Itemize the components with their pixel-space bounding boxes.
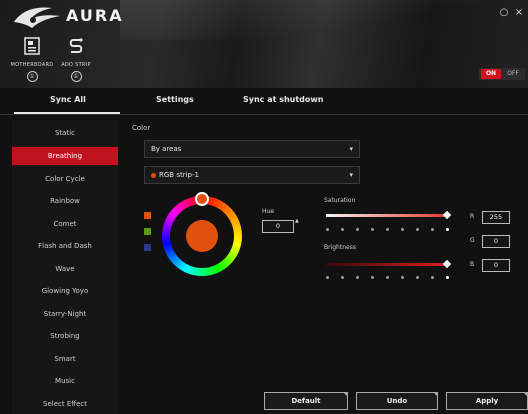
swatch-blue[interactable] xyxy=(144,244,151,251)
strip-select-content: RGB strip-1 xyxy=(151,167,199,183)
color-section-label: Color xyxy=(132,124,151,132)
saturation-slider[interactable] xyxy=(326,214,450,217)
effect-breathing[interactable]: Breathing xyxy=(12,147,118,165)
effect-wave[interactable]: Wave xyxy=(12,260,118,278)
brightness-slider[interactable] xyxy=(326,263,450,266)
effect-comet[interactable]: Comet xyxy=(12,215,118,233)
area-select[interactable]: By areas ▾ xyxy=(144,140,360,158)
device-count-badge: ① xyxy=(26,71,38,82)
strip-select[interactable]: RGB strip-1 ▾ xyxy=(144,166,360,184)
power-toggle[interactable]: ON OFF xyxy=(479,68,525,80)
close-icon[interactable]: × xyxy=(512,6,526,20)
header-bar: AURA ○ × MOTHERBOARD ① ADD STRIP ① ON OF… xyxy=(0,0,528,88)
effect-strobing[interactable]: Strobing xyxy=(12,327,118,345)
effect-color-cycle[interactable]: Color Cycle xyxy=(12,170,118,188)
red-label: R xyxy=(470,213,475,220)
saturation-label: Saturation xyxy=(324,197,356,204)
device-label: ADD STRIP xyxy=(61,62,91,68)
apply-button[interactable]: Apply xyxy=(446,392,528,410)
app-title: AURA xyxy=(66,6,124,25)
saturation-slider-thumb[interactable] xyxy=(442,210,452,220)
active-tab-indicator xyxy=(14,112,120,114)
color-wheel[interactable] xyxy=(162,192,242,276)
blue-label: B xyxy=(470,261,475,268)
red-input[interactable]: 255 xyxy=(482,211,510,224)
tab-bar: Sync All Settings Sync at shutdown xyxy=(0,92,528,115)
chevron-down-icon: ▾ xyxy=(349,145,353,153)
toggle-off-label: OFF xyxy=(507,70,519,77)
selected-color-preview xyxy=(186,220,218,252)
effect-flash-and-dash[interactable]: Flash and Dash xyxy=(12,237,118,255)
rog-logo-icon xyxy=(14,7,60,29)
effects-sidebar: Static Breathing Color Cycle Rainbow Com… xyxy=(12,120,118,414)
green-label: G xyxy=(470,237,475,244)
toggle-on-label: ON xyxy=(481,69,501,79)
hue-input[interactable]: 0 xyxy=(262,220,294,233)
device-count-badge: ① xyxy=(70,71,82,82)
effect-rainbow[interactable]: Rainbow xyxy=(12,192,118,210)
hue-label: Hue xyxy=(262,208,275,215)
swatch-orange[interactable] xyxy=(144,212,151,219)
effect-select-effect[interactable]: Select Effect xyxy=(12,395,118,413)
effect-smart[interactable]: Smart xyxy=(12,350,118,368)
swatch-green[interactable] xyxy=(144,228,151,235)
undo-button[interactable]: Undo xyxy=(356,392,438,410)
brightness-slider-thumb[interactable] xyxy=(442,259,452,269)
effect-starry-night[interactable]: Starry-Night xyxy=(12,305,118,323)
tab-sync-at-shutdown[interactable]: Sync at shutdown xyxy=(243,95,324,104)
tab-sync-all[interactable]: Sync All xyxy=(50,95,86,104)
color-settings-panel: Color By areas ▾ RGB strip-1 ▾ Hue 0 ▲ S… xyxy=(122,120,528,414)
effect-music[interactable]: Music xyxy=(12,372,118,390)
default-button[interactable]: Default xyxy=(264,392,348,410)
motherboard-icon xyxy=(24,37,40,55)
green-input[interactable]: 0 xyxy=(482,235,510,248)
settings-circle-icon[interactable]: ○ xyxy=(497,6,511,20)
rgb-strip-icon xyxy=(151,172,156,178)
brightness-ticks xyxy=(326,276,450,282)
saturation-ticks xyxy=(326,228,450,234)
add-strip-icon xyxy=(69,38,83,53)
hue-picker-handle[interactable] xyxy=(195,192,209,206)
chevron-down-icon: ▾ xyxy=(349,171,353,179)
device-add-strip[interactable]: ADD STRIP ① xyxy=(52,36,100,82)
effect-static[interactable]: Static xyxy=(12,124,118,142)
brightness-label: Brightness xyxy=(324,244,356,251)
tab-settings[interactable]: Settings xyxy=(156,95,194,104)
hue-stepper-icon[interactable]: ▲ xyxy=(295,218,299,224)
blue-input[interactable]: 0 xyxy=(482,259,510,272)
effect-glowing-yoyo[interactable]: Glowing Yoyo xyxy=(12,282,118,300)
area-select-value: By areas xyxy=(151,145,182,153)
strip-select-value: RGB strip-1 xyxy=(159,171,199,179)
device-motherboard[interactable]: MOTHERBOARD ① xyxy=(8,36,56,82)
device-label: MOTHERBOARD xyxy=(10,62,54,68)
aura-window: AURA ○ × MOTHERBOARD ① ADD STRIP ① ON OF… xyxy=(0,0,528,414)
